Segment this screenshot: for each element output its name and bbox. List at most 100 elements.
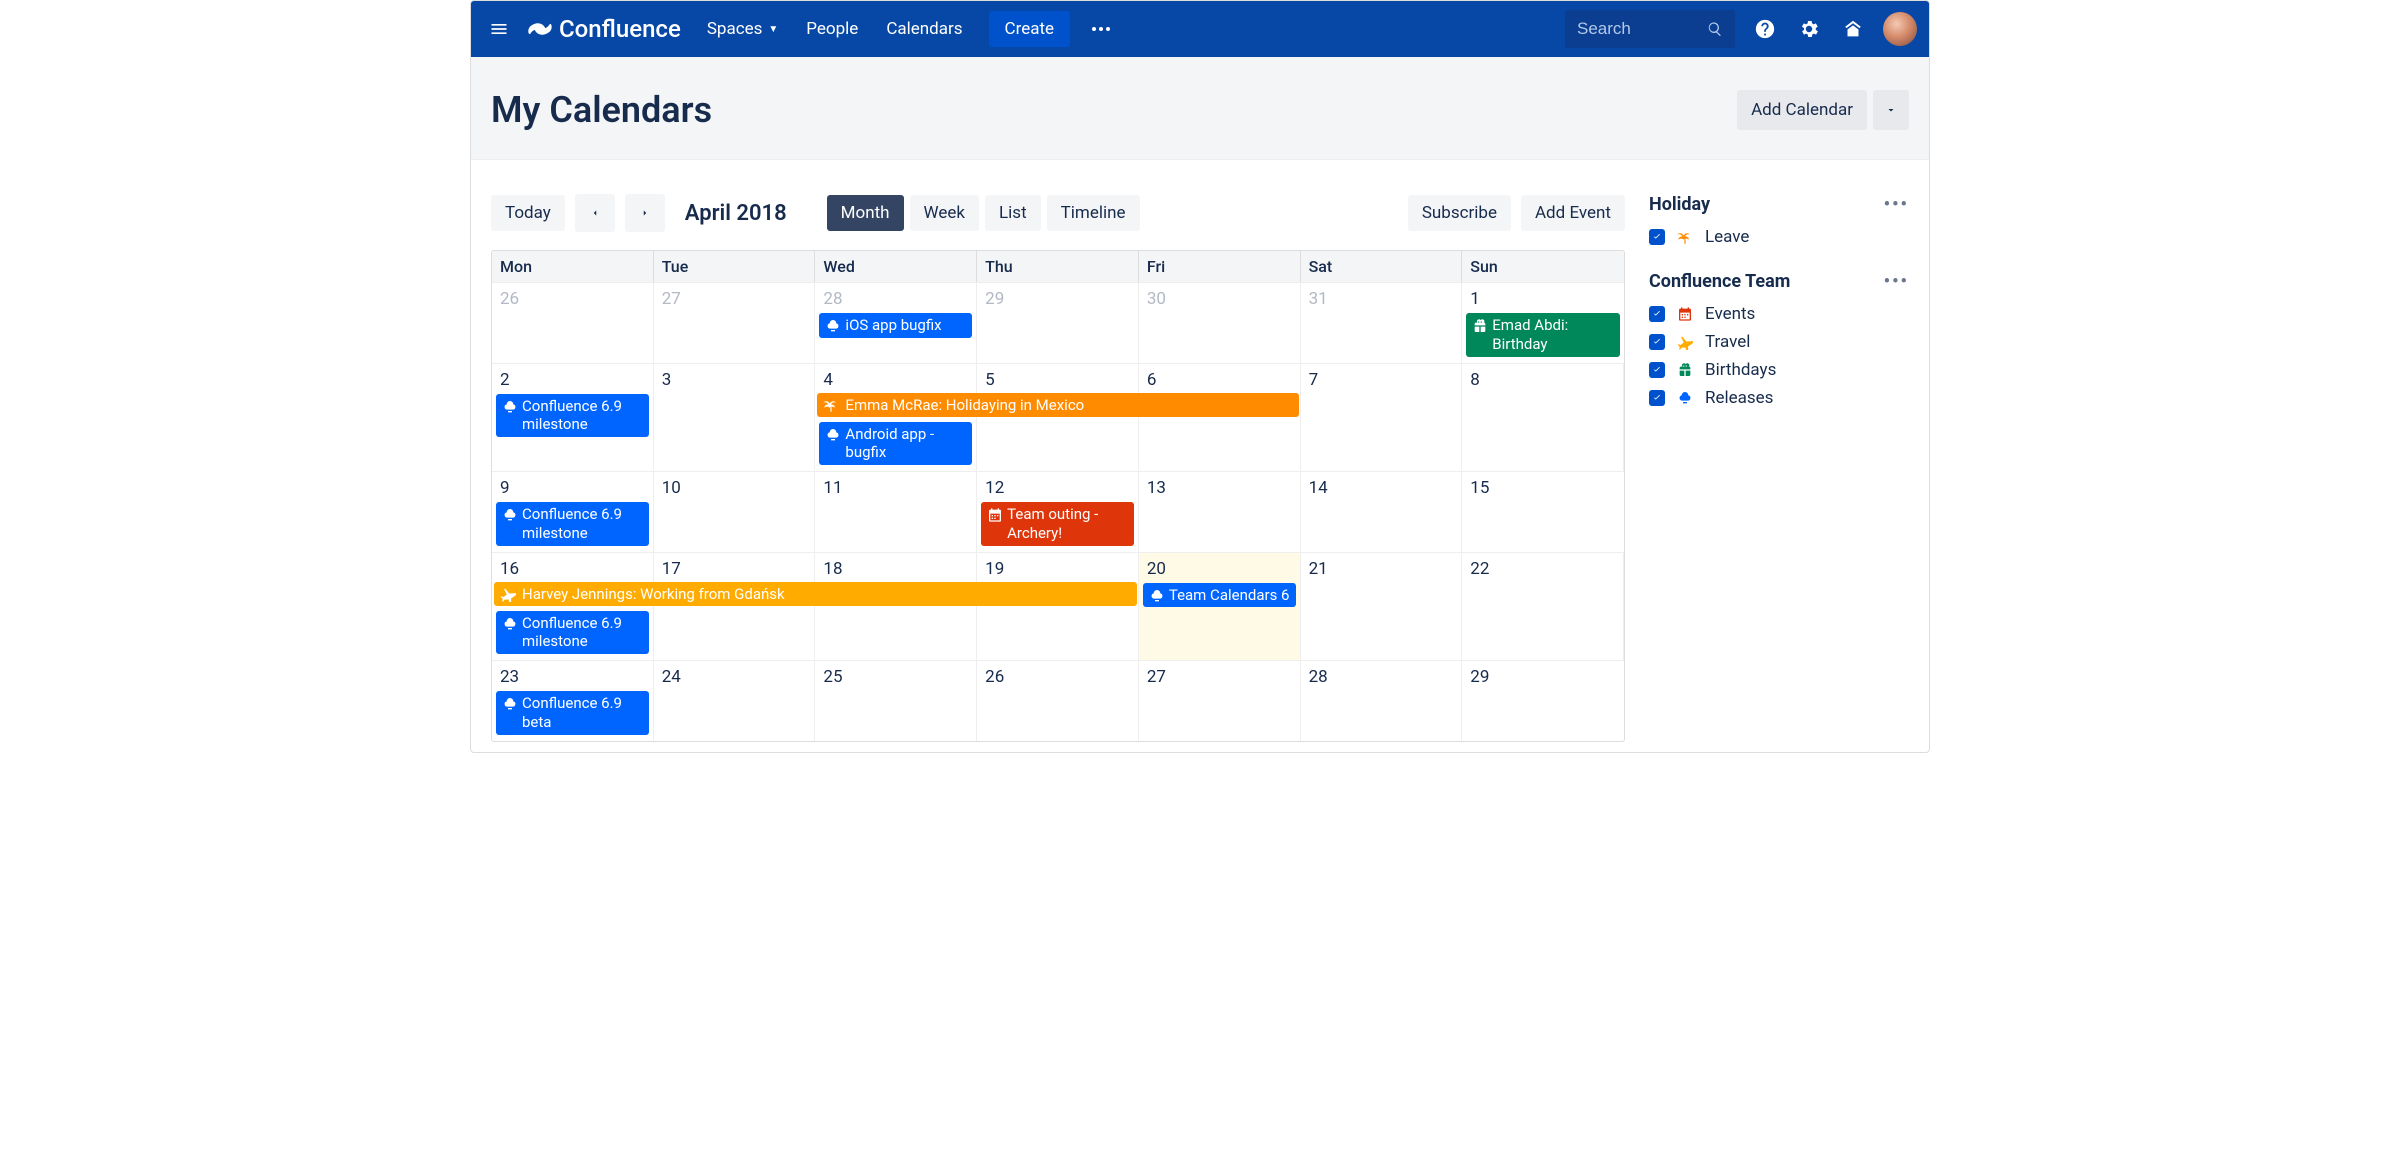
calendar-day[interactable]: 27: [654, 282, 816, 363]
day-number: 9: [496, 476, 649, 500]
nav-calendars[interactable]: Calendars: [876, 11, 972, 47]
calendar-event[interactable]: Emad Abdi: Birthday: [1466, 313, 1620, 357]
calendar-day[interactable]: 15: [1462, 471, 1624, 552]
day-number: 8: [1466, 368, 1619, 392]
calendar-day[interactable]: 29: [977, 282, 1139, 363]
help-icon[interactable]: [1747, 11, 1783, 47]
day-number: 29: [1466, 665, 1620, 689]
calendar-day[interactable]: 3: [654, 363, 816, 472]
calendar-event[interactable]: Confluence 6.9 milestone: [496, 611, 649, 655]
day-number: 26: [496, 287, 649, 311]
calendar-day[interactable]: 21: [1301, 552, 1463, 661]
calendar-day[interactable]: 24: [654, 660, 816, 741]
calendar-day[interactable]: 26: [492, 282, 654, 363]
calendar-day[interactable]: 13: [1139, 471, 1301, 552]
calendar-day[interactable]: 27: [1139, 660, 1301, 741]
calendar-day[interactable]: 11: [815, 471, 977, 552]
settings-icon[interactable]: [1791, 11, 1827, 47]
calendar-day[interactable]: 5: [977, 363, 1139, 472]
page-header: My Calendars Add Calendar: [471, 57, 1929, 160]
confluence-logo[interactable]: Confluence: [527, 15, 681, 43]
sidebar-calendar-item[interactable]: Leave: [1649, 223, 1909, 251]
day-number: 28: [1305, 665, 1458, 689]
sidebar-calendar-item[interactable]: Events: [1649, 300, 1909, 328]
calendar-item-label: Birthdays: [1705, 360, 1776, 380]
event-label: Harvey Jennings: Working from Gdańsk: [522, 585, 785, 603]
today-button[interactable]: Today: [491, 195, 565, 231]
checkbox[interactable]: [1649, 229, 1665, 245]
calendar-week: 262728iOS app bugfix2930311Emad Abdi: Bi…: [492, 282, 1624, 363]
calendar-event[interactable]: Team Calendars 6: [1143, 583, 1296, 608]
calendar-day[interactable]: 31: [1301, 282, 1463, 363]
calendar-day[interactable]: 4Android app - bugfix: [815, 363, 977, 472]
calendar-event[interactable]: Team outing - Archery!: [981, 502, 1134, 546]
calendar-event[interactable]: Confluence 6.9 beta: [496, 691, 649, 735]
group-menu-icon[interactable]: •••: [1884, 271, 1909, 292]
user-avatar[interactable]: [1883, 12, 1917, 46]
calendar-multiday-event[interactable]: Emma McRae: Holidaying in Mexico: [817, 393, 1298, 417]
search-input[interactable]: [1577, 19, 1707, 39]
calendar-event[interactable]: Confluence 6.9 milestone: [496, 502, 649, 546]
calendar-event[interactable]: Android app - bugfix: [819, 422, 972, 466]
search-box[interactable]: [1565, 10, 1735, 48]
calendar-day[interactable]: 7: [1301, 363, 1463, 472]
nav-spaces[interactable]: Spaces ▼: [697, 11, 788, 47]
calendar-day[interactable]: 28: [1301, 660, 1463, 741]
view-tab-list[interactable]: List: [985, 195, 1041, 231]
sidebar-calendar-item[interactable]: Travel: [1649, 328, 1909, 356]
notifications-icon[interactable]: [1835, 11, 1871, 47]
calendar-day[interactable]: 14: [1301, 471, 1463, 552]
hamburger-menu[interactable]: [483, 13, 515, 45]
calendar-day[interactable]: 12Team outing - Archery!: [977, 471, 1139, 552]
sidebar-calendar-item[interactable]: Releases: [1649, 384, 1909, 412]
day-number: 24: [658, 665, 811, 689]
next-button[interactable]: [625, 194, 665, 232]
checkbox[interactable]: [1649, 390, 1665, 406]
calendar-event[interactable]: iOS app bugfix: [819, 313, 972, 338]
sidebar-calendar-item[interactable]: Birthdays: [1649, 356, 1909, 384]
calendar-day[interactable]: 23Confluence 6.9 beta: [492, 660, 654, 741]
view-tab-timeline[interactable]: Timeline: [1047, 195, 1140, 231]
view-tab-month[interactable]: Month: [827, 195, 904, 231]
day-number: 22: [1466, 557, 1619, 581]
more-menu[interactable]: [1082, 19, 1120, 39]
event-label: Android app - bugfix: [845, 425, 966, 463]
calendar-day[interactable]: 1Emad Abdi: Birthday: [1462, 282, 1624, 363]
view-tab-week[interactable]: Week: [910, 195, 979, 231]
nav-people[interactable]: People: [796, 11, 868, 47]
day-number: 20: [1143, 557, 1296, 581]
checkbox[interactable]: [1649, 362, 1665, 378]
checkbox[interactable]: [1649, 306, 1665, 322]
calendar-day[interactable]: 19: [977, 552, 1139, 661]
group-menu-icon[interactable]: •••: [1884, 194, 1909, 215]
calendar-day[interactable]: 22: [1462, 552, 1624, 661]
create-button[interactable]: Create: [989, 11, 1071, 47]
calendar-day[interactable]: 2Confluence 6.9 milestone: [492, 363, 654, 472]
checkbox[interactable]: [1649, 334, 1665, 350]
calendar-multiday-event[interactable]: Harvey Jennings: Working from Gdańsk: [494, 582, 1137, 606]
calendar-event[interactable]: Confluence 6.9 milestone: [496, 394, 649, 438]
day-number: 23: [496, 665, 649, 689]
day-number: 19: [981, 557, 1134, 581]
day-number: 25: [819, 665, 972, 689]
calendar-day[interactable]: 25: [815, 660, 977, 741]
calendar-day[interactable]: 17: [654, 552, 816, 661]
calendar-day[interactable]: 9Confluence 6.9 milestone: [492, 471, 654, 552]
add-calendar-dropdown[interactable]: [1873, 90, 1909, 130]
calendar-day[interactable]: 8: [1462, 363, 1624, 472]
add-calendar-button[interactable]: Add Calendar: [1737, 90, 1867, 130]
calendar-day[interactable]: 18: [815, 552, 977, 661]
gift-icon: [1675, 360, 1695, 380]
subscribe-button[interactable]: Subscribe: [1408, 195, 1511, 231]
calendar-day[interactable]: 16Confluence 6.9 milestone: [492, 552, 654, 661]
calendar-day[interactable]: 6: [1139, 363, 1301, 472]
calendar-day[interactable]: 20Team Calendars 6: [1139, 552, 1301, 661]
calendar-day[interactable]: 28iOS app bugfix: [815, 282, 977, 363]
calendar-day[interactable]: 30: [1139, 282, 1301, 363]
prev-button[interactable]: [575, 194, 615, 232]
calendar-day[interactable]: 10: [654, 471, 816, 552]
add-event-button[interactable]: Add Event: [1521, 195, 1625, 231]
calendar-day[interactable]: 26: [977, 660, 1139, 741]
day-number: 3: [658, 368, 811, 392]
calendar-day[interactable]: 29: [1462, 660, 1624, 741]
